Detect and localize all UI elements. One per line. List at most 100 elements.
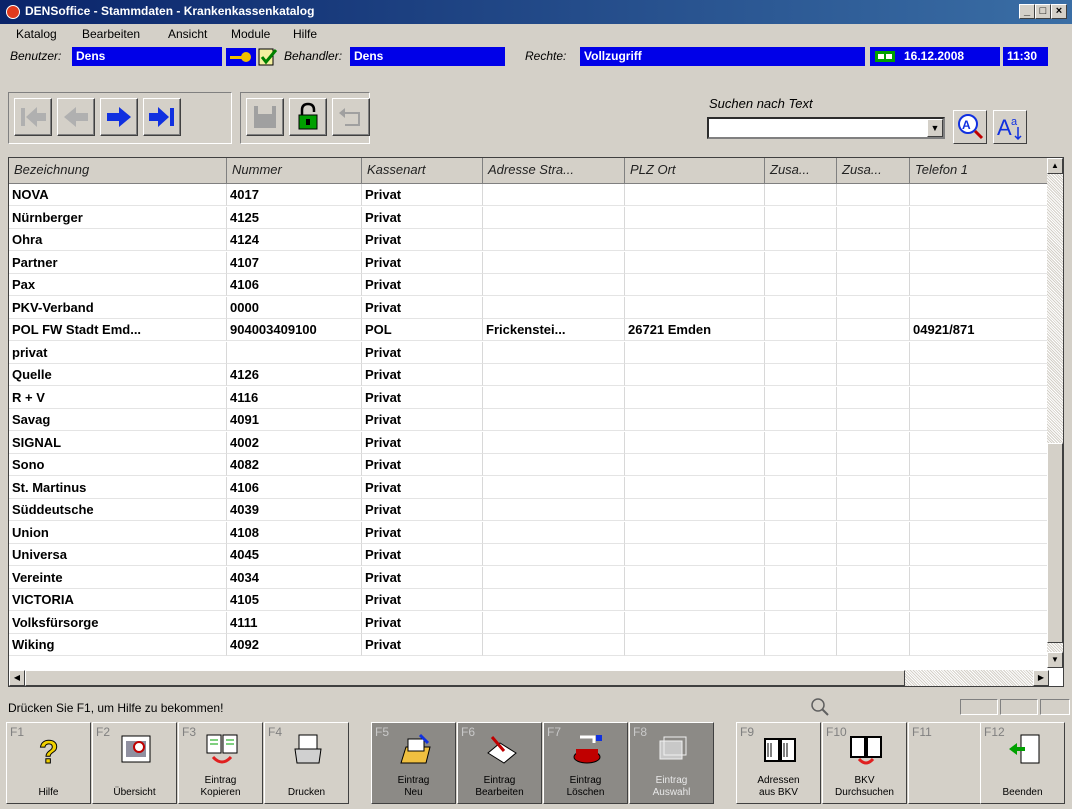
scroll-down-button[interactable]: ▼ [1047,652,1063,668]
scroll-up-button[interactable]: ▲ [1047,158,1063,174]
column-header-type[interactable]: Kassenart [362,158,483,184]
cell-street [483,431,625,454]
fkey-number: F4 [268,725,283,739]
fkey-f10-button[interactable]: F10 BKV Durchsuchen [822,722,907,804]
close-button[interactable]: × [1051,4,1067,19]
table-row[interactable]: Pax 4106 Privat [9,274,1049,296]
table-row[interactable]: St. Martinus 4106 Privat [9,476,1049,499]
fkey-label: Übersicht [113,787,156,798]
table-row[interactable]: Partner 4107 Privat [9,251,1049,274]
menu-bearbeiten[interactable]: Bearbeiten [82,27,140,41]
table-row[interactable]: Vereinte 4034 Privat [9,566,1049,589]
fkey-f3-button[interactable]: F3 Eintrag Kopieren [178,722,263,804]
search-label: Suchen nach Text [709,96,813,111]
table-row[interactable]: Nürnberger 4125 Privat [9,206,1049,229]
table-row[interactable]: Volksfürsorge 4111 Privat [9,611,1049,634]
cell-phone [910,521,1049,544]
column-header-zip-city[interactable]: PLZ Ort [625,158,765,184]
printer-icon [294,734,322,764]
table-row[interactable]: R + V 4116 Privat [9,386,1049,409]
lock-button[interactable] [289,98,327,136]
table-row[interactable]: POL FW Stadt Emd... 904003409100 POL Fricke… [9,319,1049,341]
scroll-left-button[interactable]: ◀ [9,670,25,686]
cell-type: Privat [362,409,483,431]
search-sort-button[interactable]: Aa [993,110,1027,144]
status-panel-3 [1040,699,1070,715]
status-panel-1 [960,699,998,715]
table-row[interactable]: Quelle 4126 Privat [9,364,1049,386]
key-icon [226,48,256,66]
cell-zip-city [625,296,765,319]
column-header-number[interactable]: Nummer [227,158,362,184]
cell-number [227,341,362,364]
menu-ansicht[interactable]: Ansicht [168,27,207,41]
cell-extra-1 [765,364,837,386]
cell-street [483,296,625,319]
fkey-f4-button[interactable]: F4 Drucken [264,722,349,804]
fkey-f9-button[interactable]: F9 Adressen aus BKV [736,722,821,804]
table-row[interactable]: Savag 4091 Privat [9,409,1049,431]
search-find-button[interactable]: A [953,110,987,144]
first-record-button[interactable] [14,98,52,136]
table-row[interactable]: VICTORIA 4105 Privat [9,589,1049,611]
vertical-scrollbar[interactable]: ▲ ▼ [1047,158,1063,668]
search-dropdown-button[interactable]: ▼ [927,119,943,137]
cell-type: Privat [362,521,483,544]
column-header-phone[interactable]: Telefon 1 [910,158,1049,184]
fkey-f6-button[interactable]: F6 Eintrag Bearbeiten [457,722,542,804]
fkey-f12-button[interactable]: F12 Beenden [980,722,1065,804]
horizontal-scrollbar[interactable]: ◀ ▶ [9,670,1049,686]
menu-katalog[interactable]: Katalog [16,27,57,41]
horizontal-scroll-thumb[interactable] [25,670,905,686]
rights-value: Vollzugriff [580,47,865,66]
minimize-button[interactable]: _ [1019,4,1035,19]
menu-hilfe[interactable]: Hilfe [293,27,317,41]
cell-phone [910,296,1049,319]
table-row[interactable]: Süddeutsche 4039 Privat [9,499,1049,521]
cell-street [483,206,625,229]
table-row[interactable]: NOVA 4017 Privat [9,184,1049,206]
window-title: DENSoffice - Stammdaten - Krankenkassenk… [25,4,315,18]
last-record-button[interactable] [143,98,181,136]
column-header-extra-2[interactable]: Zusa... [837,158,910,184]
column-header-extra-1[interactable]: Zusa... [765,158,837,184]
previous-record-button[interactable] [57,98,95,136]
table-row[interactable]: SIGNAL 4002 Privat [9,431,1049,454]
cell-extra-1 [765,611,837,634]
scroll-right-button[interactable]: ▶ [1033,670,1049,686]
table-row[interactable]: Universa 4045 Privat [9,544,1049,566]
cell-extra-2 [837,184,910,206]
save-button[interactable] [246,98,284,136]
fkey-f5-button[interactable]: F5 Eintrag Neu [371,722,456,804]
vertical-scroll-thumb[interactable] [1047,443,1063,643]
column-header-street[interactable]: Adresse Stra... [483,158,625,184]
copy-icon [206,734,238,764]
table-row[interactable]: Sono 4082 Privat [9,454,1049,476]
fkey-f1-button[interactable]: F1? Hilfe [6,722,91,804]
cell-number: 4105 [227,589,362,611]
status-panel-2 [1000,699,1038,715]
cell-extra-1 [765,296,837,319]
cell-street [483,229,625,251]
cell-number: 4082 [227,454,362,476]
maximize-button[interactable]: □ [1035,4,1051,19]
table-row[interactable]: PKV-Verband 0000 Privat [9,296,1049,319]
table-row[interactable]: privat Privat [9,341,1049,364]
cell-phone [910,431,1049,454]
table-row[interactable]: Wiking 4092 Privat [9,634,1049,656]
fkey-f7-button[interactable]: F7 Eintrag Löschen [543,722,628,804]
menu-module[interactable]: Module [231,27,270,41]
table-row[interactable]: Union 4108 Privat [9,521,1049,544]
next-record-button[interactable] [100,98,138,136]
undo-button[interactable] [332,98,370,136]
search-input[interactable]: ▼ [707,117,945,139]
cell-extra-2 [837,566,910,589]
fkey-f2-button[interactable]: F2 Übersicht [92,722,177,804]
fkey-f8-button[interactable]: F8 Eintrag Auswahl [629,722,714,804]
cell-zip-city [625,184,765,206]
table-row[interactable]: Ohra 4124 Privat [9,229,1049,251]
column-header-name[interactable]: Bezeichnung [9,158,227,184]
cell-phone [910,184,1049,206]
cell-street [483,566,625,589]
doctor-label: Behandler: [284,49,343,63]
